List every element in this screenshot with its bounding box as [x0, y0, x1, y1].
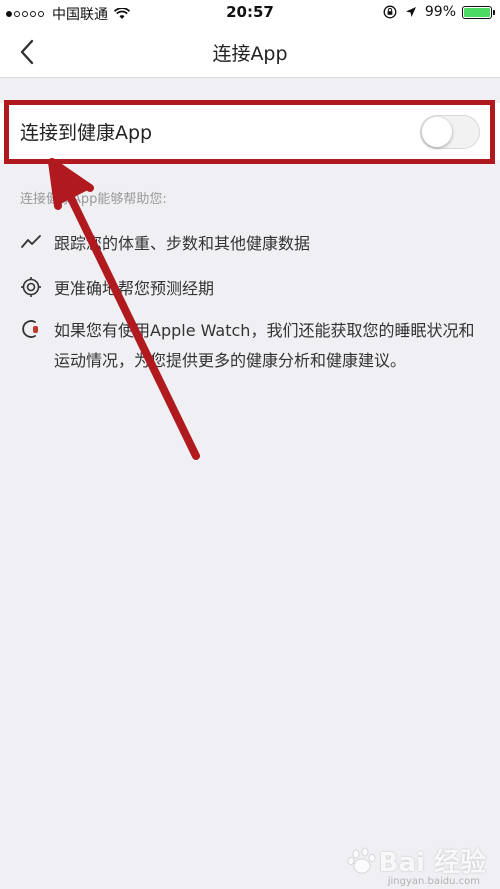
watch-icon	[22, 320, 38, 338]
connect-health-row: 连接到健康App	[0, 103, 500, 160]
location-arrow-icon	[405, 7, 416, 17]
feature-text: 如果您有使用Apple Watch，我们还能获取您的睡眠状况和运动情况，为您提供…	[54, 321, 475, 370]
paw-logo-icon	[347, 847, 376, 873]
connect-health-label: 连接到健康App	[20, 122, 153, 144]
battery-fill	[464, 7, 490, 17]
navigation-bar: 连接App	[0, 26, 500, 78]
battery-percent: 99%	[424, 4, 456, 20]
feature-item: 更准确地帮您预测经期	[20, 274, 485, 304]
connect-health-switch[interactable]	[420, 115, 480, 149]
status-bar: 中国联通 20:57 99%	[0, 0, 500, 26]
trend-line-icon	[21, 235, 41, 248]
switch-knob	[422, 117, 452, 147]
section-heading: 连接健康App能够帮助您:	[20, 192, 167, 207]
feature-item: 跟踪您的体重、步数和其他健康数据	[20, 229, 485, 259]
watermark-text: Bai 经验	[378, 848, 486, 878]
target-icon	[21, 277, 41, 297]
battery-icon	[462, 5, 495, 19]
status-right: 99%	[383, 4, 495, 20]
feature-text: 更准确地帮您预测经期	[54, 279, 215, 298]
watermark-subtext: jingyan.baidu.com	[387, 876, 480, 887]
baidu-watermark: Bai 经验 jingyan.baidu.com	[345, 842, 486, 887]
feature-item: 如果您有使用Apple Watch，我们还能获取您的睡眠状况和运动情况，为您提供…	[20, 316, 485, 376]
page-title: 连接App	[212, 43, 288, 65]
feature-text: 跟踪您的体重、步数和其他健康数据	[54, 234, 311, 253]
rotation-lock-icon	[383, 5, 397, 19]
